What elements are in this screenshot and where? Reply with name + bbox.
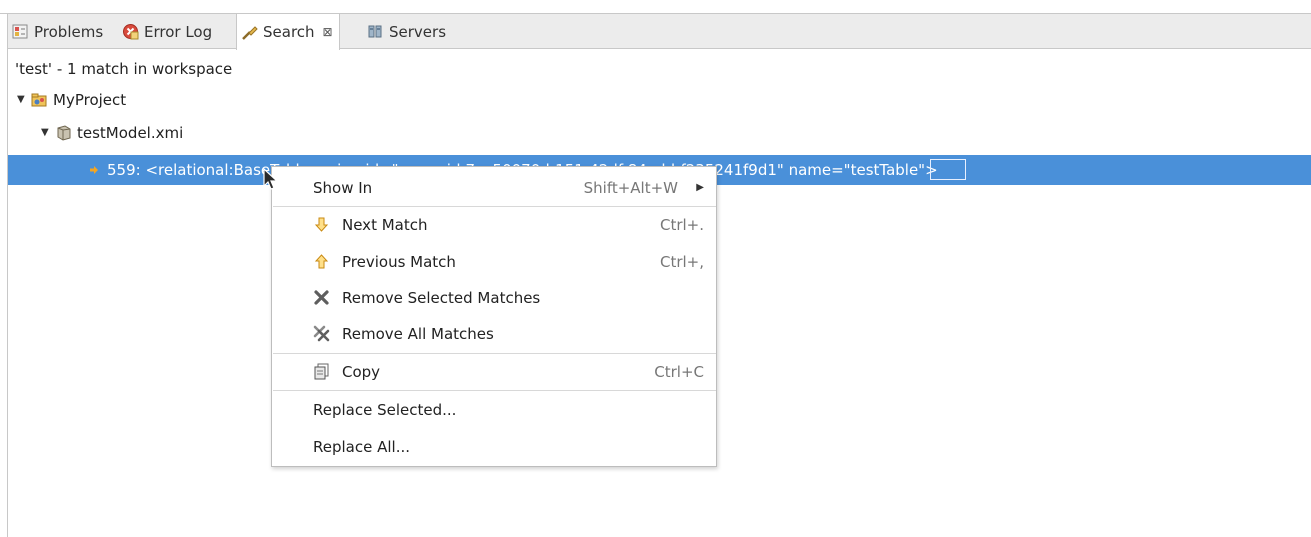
remove-all-icon xyxy=(313,325,330,342)
search-icon xyxy=(242,25,258,40)
top-edge xyxy=(0,0,1311,14)
menu-item-replace-selected[interactable]: Replace Selected... xyxy=(272,391,716,428)
menu-label: Copy xyxy=(342,362,381,381)
match-arrow-icon xyxy=(90,166,98,174)
tab-label: Problems xyxy=(34,22,104,41)
menu-label: Remove Selected Matches xyxy=(342,288,541,307)
menu-label: Show In xyxy=(313,178,373,197)
mouse-cursor-icon xyxy=(263,168,279,190)
problems-icon xyxy=(12,24,28,39)
model-file-icon xyxy=(57,125,71,141)
menu-item-remove-all-matches[interactable]: Remove All Matches xyxy=(272,315,716,352)
tab-error-log[interactable]: Error Log xyxy=(118,14,218,49)
menu-item-replace-all[interactable]: Replace All... xyxy=(272,428,716,465)
expand-arrow-icon[interactable]: ▼ xyxy=(17,88,31,112)
tab-label: Servers xyxy=(389,22,447,41)
tab-problems[interactable]: Problems xyxy=(8,14,109,49)
match-highlight xyxy=(930,159,966,180)
tree-node-file[interactable]: ▼ testModel.xmi xyxy=(41,121,183,145)
menu-label: Replace All... xyxy=(313,437,411,456)
menu-label: Remove All Matches xyxy=(342,324,494,343)
file-label: testModel.xmi xyxy=(77,124,184,142)
menu-item-copy[interactable]: Copy Ctrl+C xyxy=(272,353,716,390)
view-tab-bar: Problems Error Log Search ⊠ Servers xyxy=(8,14,1311,50)
context-menu: Show In Shift+Alt+W ▶ Next Match Ctrl+. … xyxy=(271,166,717,467)
menu-item-next-match[interactable]: Next Match Ctrl+. xyxy=(272,206,716,243)
match-prefix: 559: <relational:Ba xyxy=(107,161,254,179)
menu-item-show-in[interactable]: Show In Shift+Alt+W ▶ xyxy=(272,169,716,206)
expand-arrow-icon[interactable]: ▼ xyxy=(41,121,55,145)
menu-item-remove-selected-matches[interactable]: Remove Selected Matches xyxy=(272,279,716,316)
remove-icon xyxy=(314,290,329,305)
menu-shortcut: Ctrl+. xyxy=(659,215,704,234)
error-log-icon xyxy=(123,24,139,40)
tree-node-project[interactable]: ▼ MyProject xyxy=(17,88,126,112)
close-icon[interactable]: ⊠ xyxy=(323,25,333,39)
menu-shortcut: Ctrl+C xyxy=(654,362,704,381)
tab-label: Error Log xyxy=(144,22,213,41)
project-icon xyxy=(31,93,47,107)
tab-search[interactable]: Search ⊠ xyxy=(236,14,340,50)
menu-label: Replace Selected... xyxy=(313,400,457,419)
copy-icon xyxy=(314,363,329,380)
submenu-arrow-icon: ▶ xyxy=(696,182,704,193)
arrow-down-icon xyxy=(314,217,329,232)
servers-icon xyxy=(368,25,382,38)
left-edge xyxy=(7,13,8,537)
arrow-up-icon xyxy=(314,254,329,269)
search-summary: 'test' - 1 match in workspace xyxy=(15,60,233,78)
menu-shortcut: Ctrl+, xyxy=(659,252,704,271)
menu-shortcut: Shift+Alt+W xyxy=(583,178,678,197)
menu-item-previous-match[interactable]: Previous Match Ctrl+, xyxy=(272,243,716,280)
menu-label: Previous Match xyxy=(342,252,456,271)
project-label: MyProject xyxy=(53,91,127,109)
menu-label: Next Match xyxy=(342,215,428,234)
tab-servers[interactable]: Servers xyxy=(363,14,452,49)
tab-label: Search xyxy=(263,23,315,41)
